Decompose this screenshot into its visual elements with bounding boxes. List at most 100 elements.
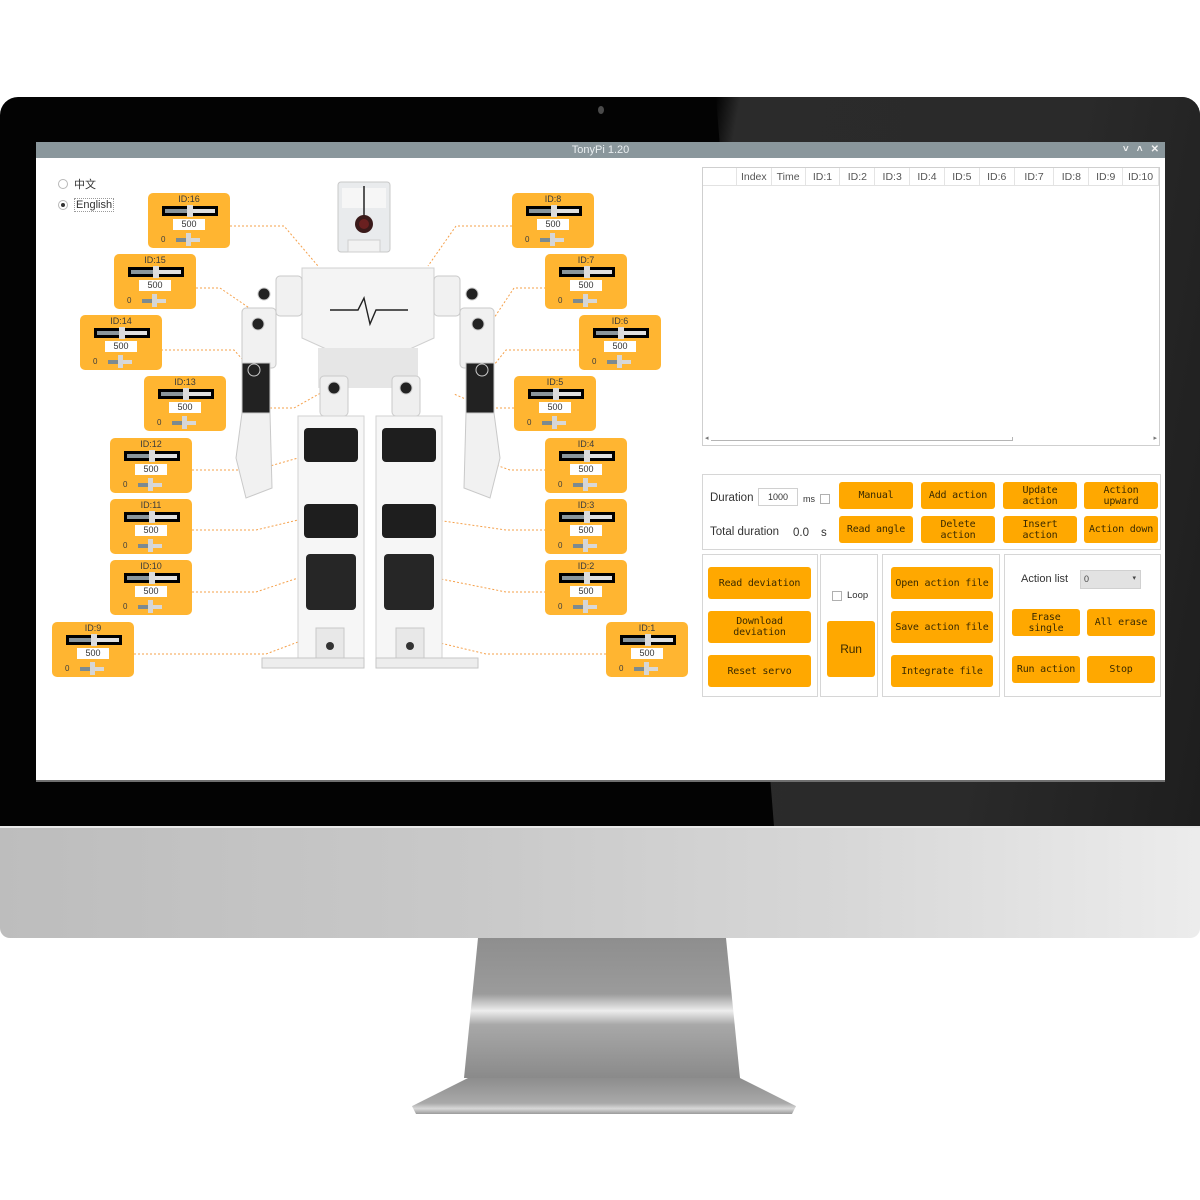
servo-position-slider[interactable] xyxy=(66,634,122,646)
duration-checkbox[interactable] xyxy=(820,494,830,504)
slider-thumb[interactable] xyxy=(645,634,651,646)
servo-value-field[interactable]: 500 xyxy=(537,219,569,230)
slider-thumb[interactable] xyxy=(583,600,588,613)
slider-thumb[interactable] xyxy=(91,634,97,646)
slider-thumb[interactable] xyxy=(550,233,555,246)
slider-thumb[interactable] xyxy=(118,355,123,368)
servo-value-field[interactable]: 500 xyxy=(631,648,663,659)
servo-value-field[interactable]: 500 xyxy=(604,341,636,352)
slider-thumb[interactable] xyxy=(90,662,95,675)
run-button[interactable]: Run xyxy=(827,621,875,677)
loop-checkbox[interactable] xyxy=(832,591,842,601)
servo-position-slider[interactable] xyxy=(128,266,184,278)
slider-thumb[interactable] xyxy=(583,478,588,491)
column-header[interactable]: Time xyxy=(772,168,806,185)
slider-thumb[interactable] xyxy=(152,294,157,307)
save-action-file-button[interactable]: Save action file xyxy=(891,611,993,643)
open-action-file-button[interactable]: Open action file xyxy=(891,567,993,599)
servo-position-slider[interactable] xyxy=(526,205,582,217)
slider-thumb[interactable] xyxy=(552,416,557,429)
column-header[interactable]: ID:2 xyxy=(840,168,876,185)
servo-position-slider[interactable] xyxy=(559,511,615,523)
action-table[interactable]: Index Time ID:1 ID:2 ID:3 ID:4 ID:5 ID:6 ID:7 ID:… xyxy=(702,167,1160,446)
download-deviation-button[interactable]: Download deviation xyxy=(708,611,811,643)
servo-position-slider[interactable] xyxy=(559,266,615,278)
servo-position-slider[interactable] xyxy=(559,572,615,584)
servo-value-field[interactable]: 500 xyxy=(135,525,167,536)
slider-thumb[interactable] xyxy=(617,355,622,368)
slider-thumb[interactable] xyxy=(186,233,191,246)
slider-thumb[interactable] xyxy=(551,205,557,217)
action-list-select[interactable]: 0 ▾ xyxy=(1080,570,1141,589)
stop-button[interactable]: Stop xyxy=(1087,656,1155,683)
reset-servo-button[interactable]: Reset servo xyxy=(708,655,811,687)
slider-thumb[interactable] xyxy=(148,600,153,613)
servo-value-field[interactable]: 500 xyxy=(570,280,602,291)
servo-value-field[interactable]: 500 xyxy=(135,586,167,597)
servo-value-field[interactable]: 500 xyxy=(139,280,171,291)
servo-value-field[interactable]: 500 xyxy=(173,219,205,230)
slider-thumb[interactable] xyxy=(183,388,189,400)
servo-position-slider[interactable] xyxy=(620,634,676,646)
manual-button[interactable]: Manual xyxy=(839,482,913,509)
servo-value-field[interactable]: 500 xyxy=(135,464,167,475)
maximize-icon[interactable]: ˄ xyxy=(1137,142,1143,158)
action-down-button[interactable]: Action down xyxy=(1084,516,1158,543)
add-action-button[interactable]: Add action xyxy=(921,482,995,509)
servo-position-slider[interactable] xyxy=(124,511,180,523)
slider-thumb[interactable] xyxy=(119,327,125,339)
slider-thumb[interactable] xyxy=(584,572,590,584)
column-header[interactable]: ID:4 xyxy=(910,168,945,185)
column-header[interactable]: ID:9 xyxy=(1089,168,1124,185)
servo-value-field[interactable]: 500 xyxy=(105,341,137,352)
insert-action-button[interactable]: Insert action xyxy=(1003,516,1077,543)
run-action-button[interactable]: Run action xyxy=(1012,656,1080,683)
column-header[interactable]: ID:6 xyxy=(980,168,1015,185)
slider-thumb[interactable] xyxy=(182,416,187,429)
servo-position-slider[interactable] xyxy=(124,572,180,584)
servo-position-slider[interactable] xyxy=(528,388,584,400)
column-header[interactable]: ID:1 xyxy=(806,168,841,185)
slider-thumb[interactable] xyxy=(553,388,559,400)
servo-value-field[interactable]: 500 xyxy=(169,402,201,413)
column-header[interactable]: ID:7 xyxy=(1015,168,1055,185)
scroll-left-icon[interactable]: ◂ xyxy=(705,434,709,442)
erase-single-button[interactable]: Erase single xyxy=(1012,609,1080,636)
servo-position-slider[interactable] xyxy=(593,327,649,339)
scrollbar-thumb[interactable] xyxy=(711,437,1013,441)
integrate-file-button[interactable]: Integrate file xyxy=(891,655,993,687)
slider-thumb[interactable] xyxy=(149,511,155,523)
slider-thumb[interactable] xyxy=(148,539,153,552)
close-icon[interactable]: ✕ xyxy=(1151,142,1159,158)
servo-position-slider[interactable] xyxy=(94,327,150,339)
update-action-button[interactable]: Update action xyxy=(1003,482,1077,509)
column-header[interactable]: ID:5 xyxy=(945,168,980,185)
column-header[interactable]: ID:10 xyxy=(1123,168,1159,185)
slider-thumb[interactable] xyxy=(187,205,193,217)
slider-thumb[interactable] xyxy=(584,266,590,278)
slider-thumb[interactable] xyxy=(149,450,155,462)
slider-thumb[interactable] xyxy=(618,327,624,339)
servo-value-field[interactable]: 500 xyxy=(570,525,602,536)
all-erase-button[interactable]: All erase xyxy=(1087,609,1155,636)
servo-value-field[interactable]: 500 xyxy=(570,586,602,597)
servo-position-slider[interactable] xyxy=(124,450,180,462)
duration-input[interactable]: 1000 xyxy=(758,488,798,506)
slider-thumb[interactable] xyxy=(149,572,155,584)
horizontal-scrollbar[interactable]: ◂ ▸ xyxy=(705,435,1157,443)
servo-position-slider[interactable] xyxy=(162,205,218,217)
servo-position-slider[interactable] xyxy=(158,388,214,400)
slider-thumb[interactable] xyxy=(583,539,588,552)
column-header[interactable]: Index xyxy=(737,168,772,185)
column-header[interactable] xyxy=(703,168,737,185)
slider-thumb[interactable] xyxy=(584,511,590,523)
servo-value-field[interactable]: 500 xyxy=(539,402,571,413)
read-angle-button[interactable]: Read angle xyxy=(839,516,913,543)
column-header[interactable]: ID:8 xyxy=(1054,168,1090,185)
slider-thumb[interactable] xyxy=(644,662,649,675)
slider-thumb[interactable] xyxy=(148,478,153,491)
read-deviation-button[interactable]: Read deviation xyxy=(708,567,811,599)
servo-position-slider[interactable] xyxy=(559,450,615,462)
action-upward-button[interactable]: Action upward xyxy=(1084,482,1158,509)
column-header[interactable]: ID:3 xyxy=(875,168,911,185)
